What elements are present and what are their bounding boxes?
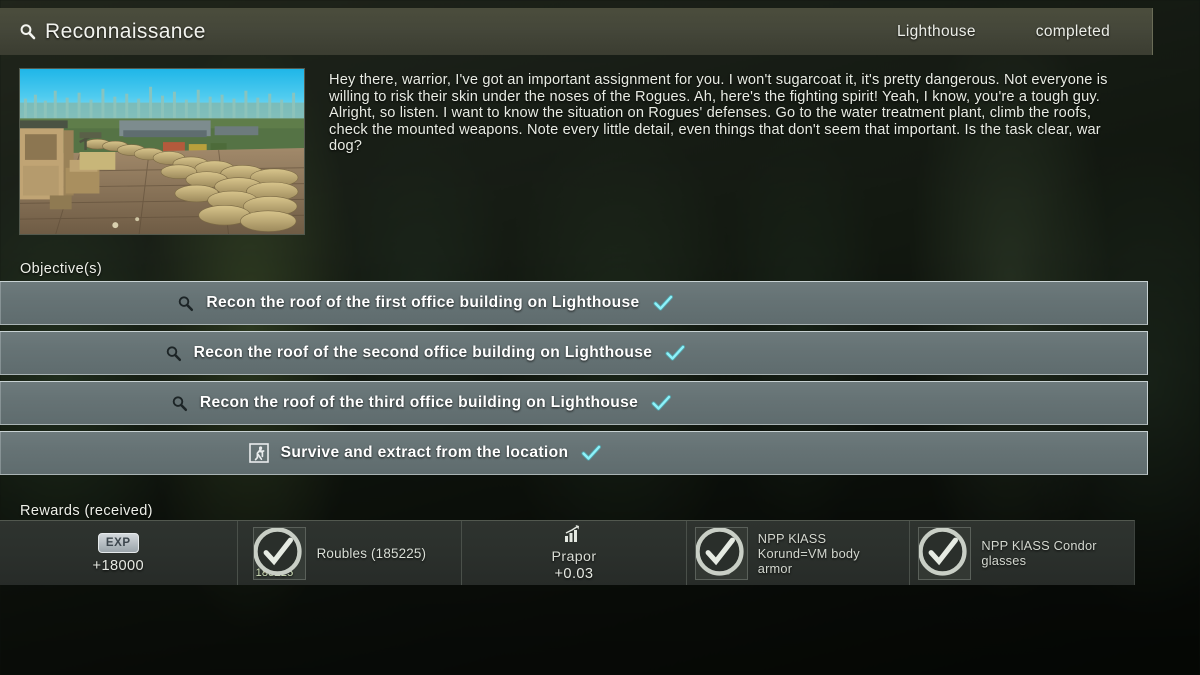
reward-reputation[interactable]: Prapor +0.03 xyxy=(462,521,687,585)
exp-badge-icon: EXP xyxy=(97,532,139,553)
rewards-panel: EXP +18000 185225 Roubl xyxy=(0,520,1135,585)
check-icon xyxy=(580,442,602,464)
objective-row[interactable]: Recon the roof of the third office build… xyxy=(0,381,1148,425)
objectives-label: Objective(s) xyxy=(20,261,103,277)
reward-exp[interactable]: EXP +18000 xyxy=(0,521,238,585)
objective-list: Recon the roof of the first office build… xyxy=(0,281,1148,481)
received-check-icon xyxy=(253,527,302,576)
objective-row[interactable]: Recon the roof of the second office buil… xyxy=(0,331,1148,375)
quest-preview-image[interactable] xyxy=(19,68,305,235)
magnifier-icon xyxy=(165,345,182,362)
reputation-trader: Prapor xyxy=(551,549,597,565)
item-label: NPP KlASS Korund=VM body armor xyxy=(757,530,860,576)
briefing-text: Hey there, warrior, I've got an importan… xyxy=(329,72,1108,155)
glasses-icon[interactable] xyxy=(918,526,972,580)
money-label: Roubles (185225) xyxy=(316,545,427,561)
check-icon xyxy=(664,342,686,364)
body-armor-icon[interactable] xyxy=(694,526,748,580)
exp-value: +18000 xyxy=(92,557,145,574)
briefing-section: Hey there, warrior, I've got an importan… xyxy=(0,62,1153,247)
objective-text: Survive and extract from the location xyxy=(280,444,569,461)
item-label: NPP KlASS Condor glasses xyxy=(981,538,1097,568)
received-check-icon xyxy=(919,527,968,576)
reward-item-glasses[interactable]: NPP KlASS Condor glasses xyxy=(910,521,1134,585)
quest-title-group: Reconnaissance xyxy=(0,20,897,44)
magnifier-icon xyxy=(171,395,188,412)
objective-text: Recon the roof of the third office build… xyxy=(199,394,639,411)
reward-money[interactable]: 185225 Roubles (185225) xyxy=(238,521,463,585)
check-icon xyxy=(652,292,674,314)
magnifier-icon xyxy=(177,295,194,312)
page-title: Reconnaissance xyxy=(45,19,206,43)
reputation-value: +0.03 xyxy=(554,566,594,582)
objective-text: Recon the roof of the second office buil… xyxy=(193,344,653,361)
objective-row[interactable]: Recon the roof of the first office build… xyxy=(0,281,1148,325)
objective-row[interactable]: Survive and extract from the location xyxy=(0,431,1148,475)
quest-header: Reconnaissance Lighthouse completed xyxy=(0,8,1153,55)
quest-location: Lighthouse xyxy=(896,22,976,40)
check-icon xyxy=(650,392,672,414)
extract-runner-icon xyxy=(248,443,269,463)
rouble-banknotes-icon[interactable]: 185225 xyxy=(252,526,306,580)
reward-item-armor[interactable]: NPP KlASS Korund=VM body armor xyxy=(687,521,911,585)
objective-text: Recon the roof of the first office build… xyxy=(206,294,640,311)
received-check-icon xyxy=(695,527,744,576)
rewards-label: Rewards (received) xyxy=(20,503,153,519)
reputation-chart-icon xyxy=(564,524,584,548)
status-badge: completed xyxy=(1035,22,1110,40)
magnifier-icon xyxy=(19,23,36,40)
